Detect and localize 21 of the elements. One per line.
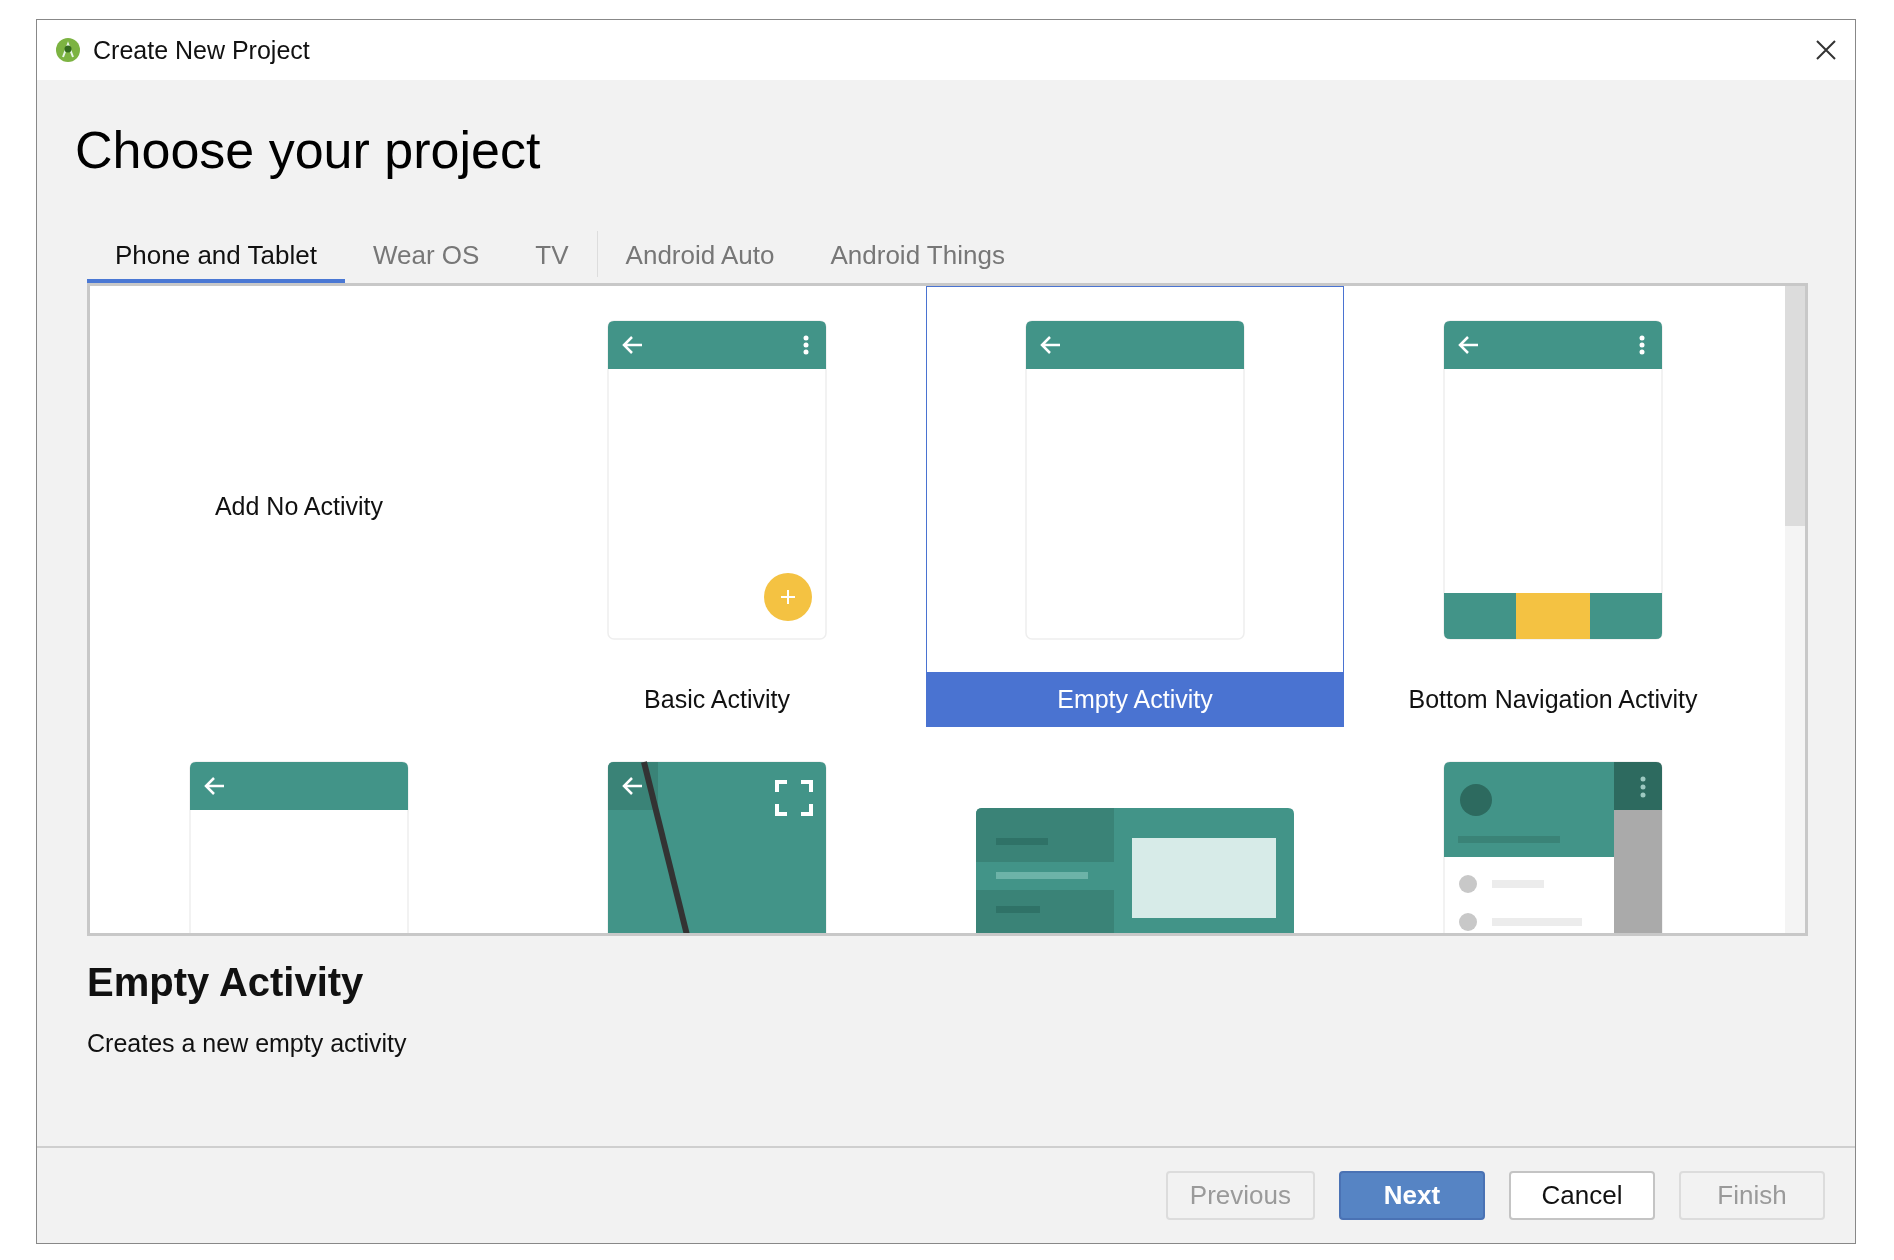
scrollbar-thumb[interactable] [1785,286,1805,527]
description-text: Creates a new empty activity [87,1029,408,1059]
template-tile[interactable]: Empty Activity [926,286,1344,728]
template-name: Bottom Navigation Activity [1408,684,1698,714]
dialog-button[interactable]: Next [1339,1171,1485,1220]
template-tile[interactable]: Basic Activity [508,286,926,728]
template-name: Add No Activity [214,492,384,522]
tab[interactable]: Wear OS [344,231,508,284]
tab[interactable]: Android Auto [597,231,803,284]
template-name: Basic Activity [644,684,790,714]
dialog-button[interactable]: Cancel [1509,1171,1655,1220]
robot-logo-icon [55,37,81,63]
page-heading: Choose your project [75,122,542,180]
tab[interactable]: TV [507,231,597,284]
template-tile[interactable]: Add No Activity [90,286,508,728]
description-title: Empty Activity [87,960,365,1006]
close-icon[interactable] [1815,39,1837,61]
window-title: Create New Project [93,35,310,65]
template-tile[interactable]: Bottom Navigation Activity [1344,286,1762,728]
template-name: Empty Activity [1057,684,1213,714]
tab[interactable]: Android Things [802,231,1033,284]
